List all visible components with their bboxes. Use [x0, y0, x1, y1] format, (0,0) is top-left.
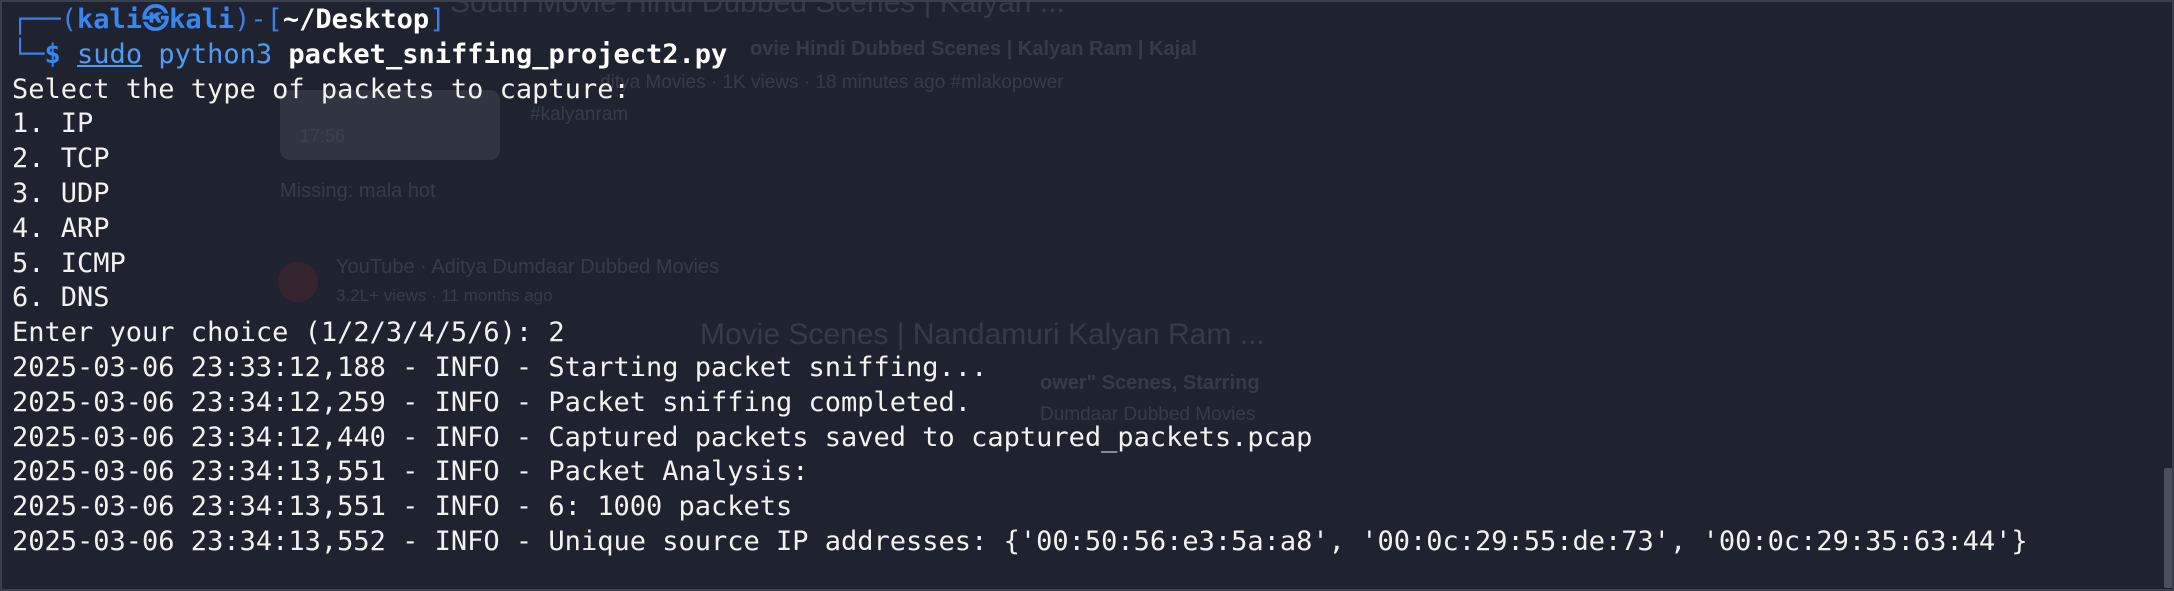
- prompt-user: kali: [77, 4, 143, 35]
- prompt-frame: )-[: [234, 4, 283, 35]
- prompt-path: ~/Desktop: [282, 4, 430, 35]
- output-line: 2025-03-06 23:33:12,188 - INFO - Startin…: [12, 351, 988, 383]
- output-line: 2025-03-06 23:34:12,259 - INFO - Packet …: [12, 386, 972, 418]
- command-python: python3: [158, 38, 273, 70]
- prompt-dollar: $: [44, 38, 61, 70]
- prompt-frame: └─: [12, 38, 45, 70]
- output-line: 2025-03-06 23:34:13,551 - INFO - Packet …: [12, 456, 809, 488]
- output-line: 2. TCP: [12, 143, 110, 175]
- command-line: └─$ sudo python3 packet_sniffing_project…: [12, 38, 2174, 73]
- prompt-frame: ]: [429, 4, 446, 35]
- output-line: 4. ARP: [12, 212, 110, 244]
- output-line: Enter your choice (1/2/3/4/5/6): 2: [12, 317, 565, 349]
- output-line: 2025-03-06 23:34:13,552 - INFO - Unique …: [12, 525, 2028, 557]
- output-line: 3. UDP: [12, 177, 110, 209]
- prompt-host: kali: [169, 4, 235, 35]
- prompt-frame: ┌──(: [12, 4, 78, 35]
- prompt-at: ㉿: [142, 4, 170, 35]
- output-line: 1. IP: [12, 108, 94, 140]
- output-line: 6. DNS: [12, 282, 110, 314]
- scrollbar[interactable]: [2164, 468, 2172, 588]
- command-sudo: sudo: [77, 38, 143, 70]
- output-line: 2025-03-06 23:34:12,440 - INFO - Capture…: [12, 421, 1313, 453]
- output-line: 5. ICMP: [12, 247, 126, 279]
- prompt-line: ┌──(kali㉿kali)-[~/Desktop]: [12, 3, 2174, 38]
- output-line: 2025-03-06 23:34:13,551 - INFO - 6: 1000…: [12, 491, 793, 523]
- terminal-window[interactable]: South Movie Hindi Dubbed Scenes | Kalyan…: [0, 0, 2174, 591]
- output-line: Select the type of packets to capture:: [12, 73, 630, 105]
- command-argument: packet_sniffing_project2.py: [288, 38, 728, 70]
- terminal-output[interactable]: ┌──(kali㉿kali)-[~/Desktop] └─$ sudo pyth…: [12, 3, 2174, 560]
